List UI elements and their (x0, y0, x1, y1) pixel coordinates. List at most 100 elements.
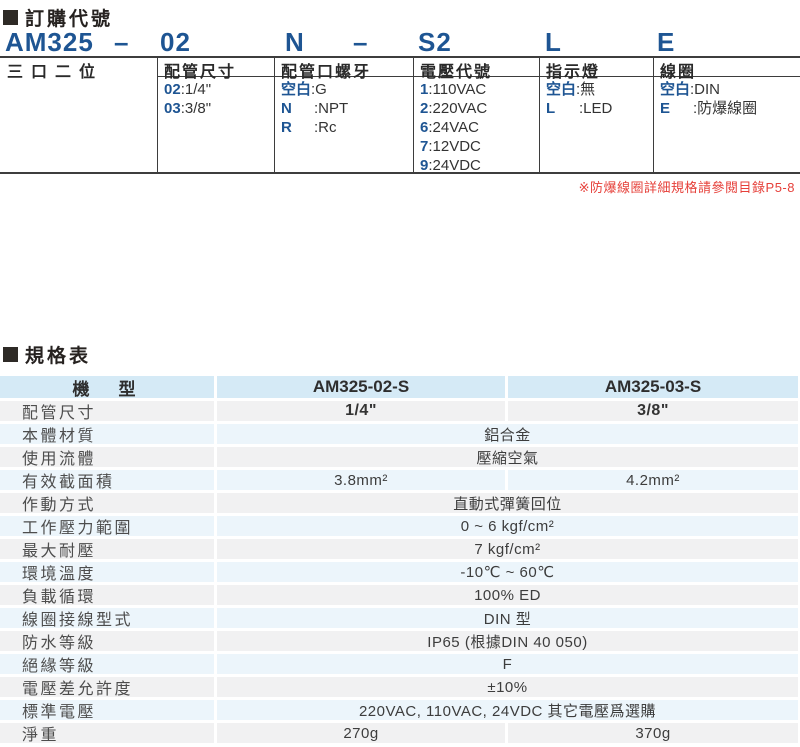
table-vertical-line (413, 56, 414, 174)
spec-row-value: IP65 (根據DIN 40 050) (217, 631, 798, 651)
option-description: :G (311, 80, 327, 99)
section-square-icon (3, 10, 18, 25)
option-code: L (546, 99, 579, 118)
table-vertical-line (157, 56, 158, 174)
option-code: 1 (420, 80, 428, 99)
spec-table-row: 線圈接線型式DIN 型 (0, 608, 800, 628)
spec-section-title-text: 規格表 (25, 341, 91, 368)
spec-table-row: 配管尺寸1/4"3/8" (0, 401, 800, 421)
spec-table-row: 防水等級IP65 (根據DIN 40 050) (0, 631, 800, 651)
order-column-header: 三口二位 (7, 58, 103, 82)
section-square-icon (3, 347, 18, 362)
spec-table-row: 環境溫度-10℃ ~ 60℃ (0, 562, 800, 582)
spec-row-value: F (217, 654, 798, 674)
order-code-option: 2:220VAC (420, 99, 487, 118)
spec-row-label: 有效截面積 (0, 470, 214, 490)
order-column-header: 線圈 (660, 58, 696, 82)
order-code-segment: AM325 (5, 27, 94, 58)
spec-row-label: 絕緣等級 (0, 654, 214, 674)
option-code: 9 (420, 156, 428, 175)
order-code-segment: E (657, 27, 675, 58)
order-code-option: 02:1/4" (164, 80, 211, 99)
option-description: :DIN (690, 80, 720, 99)
option-description: :無 (576, 80, 595, 99)
spec-row-label: 本體材質 (0, 424, 214, 444)
option-description: :防爆線圈 (693, 99, 757, 118)
order-code-option: 1:110VAC (420, 80, 487, 99)
spec-row-label: 配管尺寸 (0, 401, 214, 421)
option-description: :LED (579, 99, 612, 118)
spec-header-model-name: AM325-03-S (508, 376, 798, 398)
order-code-option: E:防爆線圈 (660, 99, 757, 118)
option-code: 空白 (281, 80, 311, 99)
order-code-segment: S2 (418, 27, 452, 58)
spec-row-value: 270g (217, 723, 505, 743)
spec-header-row: 機 型AM325-02-SAM325-03-S (0, 376, 800, 398)
order-code-option: 空白:DIN (660, 80, 757, 99)
spec-row-value: DIN 型 (217, 608, 798, 628)
order-column-items: 空白:DINE:防爆線圈 (660, 80, 757, 118)
spec-table-row: 工作壓力範圍0 ~ 6 kgf/cm² (0, 516, 800, 536)
option-code: 空白 (546, 80, 576, 99)
spec-table-row: 作動方式直動式彈簧回位 (0, 493, 800, 513)
spec-row-value: 370g (508, 723, 798, 743)
spec-table-row: 電壓差允許度±10% (0, 677, 800, 697)
spec-row-label: 環境溫度 (0, 562, 214, 582)
order-code-option: 9:24VDC (420, 156, 487, 175)
spec-header-model-name: AM325-02-S (217, 376, 505, 398)
spec-table-row: 絕緣等級F (0, 654, 800, 674)
option-description: :12VDC (428, 137, 481, 156)
order-code-segment: N (285, 27, 305, 58)
option-description: :110VAC (428, 80, 486, 99)
spec-table: 機 型AM325-02-SAM325-03-S 配管尺寸1/4"3/8" 本體材質鋁… (0, 376, 800, 746)
table-vertical-line (539, 56, 540, 174)
order-code-option: 空白:無 (546, 80, 612, 99)
option-code: N (281, 99, 314, 118)
order-code-option: 6:24VAC (420, 118, 487, 137)
spec-row-value: ±10% (217, 677, 798, 697)
order-column-items: 1:110VAC2:220VAC6:24VAC7:12VDC9:24VDC (420, 80, 487, 175)
option-code: 2 (420, 99, 428, 118)
spec-row-value: 鋁合金 (217, 424, 798, 444)
spec-row-value: 100% ED (217, 585, 798, 605)
option-code: 6 (420, 118, 428, 137)
order-column-items: 02:1/4"03:3/8" (164, 80, 211, 118)
spec-row-label: 作動方式 (0, 493, 214, 513)
option-code: 空白 (660, 80, 690, 99)
spec-row-label: 電壓差允許度 (0, 677, 214, 697)
spec-row-value: 壓縮空氣 (217, 447, 798, 467)
order-column-header: 配管尺寸 (164, 58, 236, 82)
spec-section-title: 規格表 (3, 341, 91, 368)
spec-row-label: 線圈接線型式 (0, 608, 214, 628)
option-description: :3/8" (181, 99, 211, 118)
option-description: :Rc (314, 118, 337, 137)
spec-row-value: 4.2mm² (508, 470, 798, 490)
spec-header-model-label: 機 型 (0, 376, 214, 398)
order-code-segment: – (353, 27, 368, 58)
spec-table-row: 最大耐壓7 kgf/cm² (0, 539, 800, 559)
order-column-header: 電壓代號 (420, 58, 492, 82)
spec-row-value: 0 ~ 6 kgf/cm² (217, 516, 798, 536)
spec-row-label: 負載循環 (0, 585, 214, 605)
order-code-segment: 02 (160, 27, 191, 58)
spec-row-label: 使用流體 (0, 447, 214, 467)
order-code-option: 03:3/8" (164, 99, 211, 118)
option-code: 03 (164, 99, 181, 118)
order-column-items: 空白:無L:LED (546, 80, 612, 118)
spec-table-row: 負載循環100% ED (0, 585, 800, 605)
spec-row-value: 直動式彈簧回位 (217, 493, 798, 513)
spec-row-value: 3.8mm² (217, 470, 505, 490)
spec-table-row: 標準電壓220VAC, 110VAC, 24VDC 其它電壓爲選購 (0, 700, 800, 720)
option-description: :24VAC (428, 118, 479, 137)
order-column-items: 空白:GN:NPTR:Rc (281, 80, 348, 137)
spec-row-label: 最大耐壓 (0, 539, 214, 559)
spec-row-label: 淨重 (0, 723, 214, 743)
option-code: R (281, 118, 314, 137)
table-horizontal-line (0, 172, 800, 174)
spec-row-value: -10℃ ~ 60℃ (217, 562, 798, 582)
order-code-segment: – (114, 27, 129, 58)
spec-row-value: 220VAC, 110VAC, 24VDC 其它電壓爲選購 (217, 700, 798, 720)
order-column-header: 配管口螺牙 (281, 58, 371, 82)
option-description: :220VAC (428, 99, 487, 118)
order-code-option: 7:12VDC (420, 137, 487, 156)
